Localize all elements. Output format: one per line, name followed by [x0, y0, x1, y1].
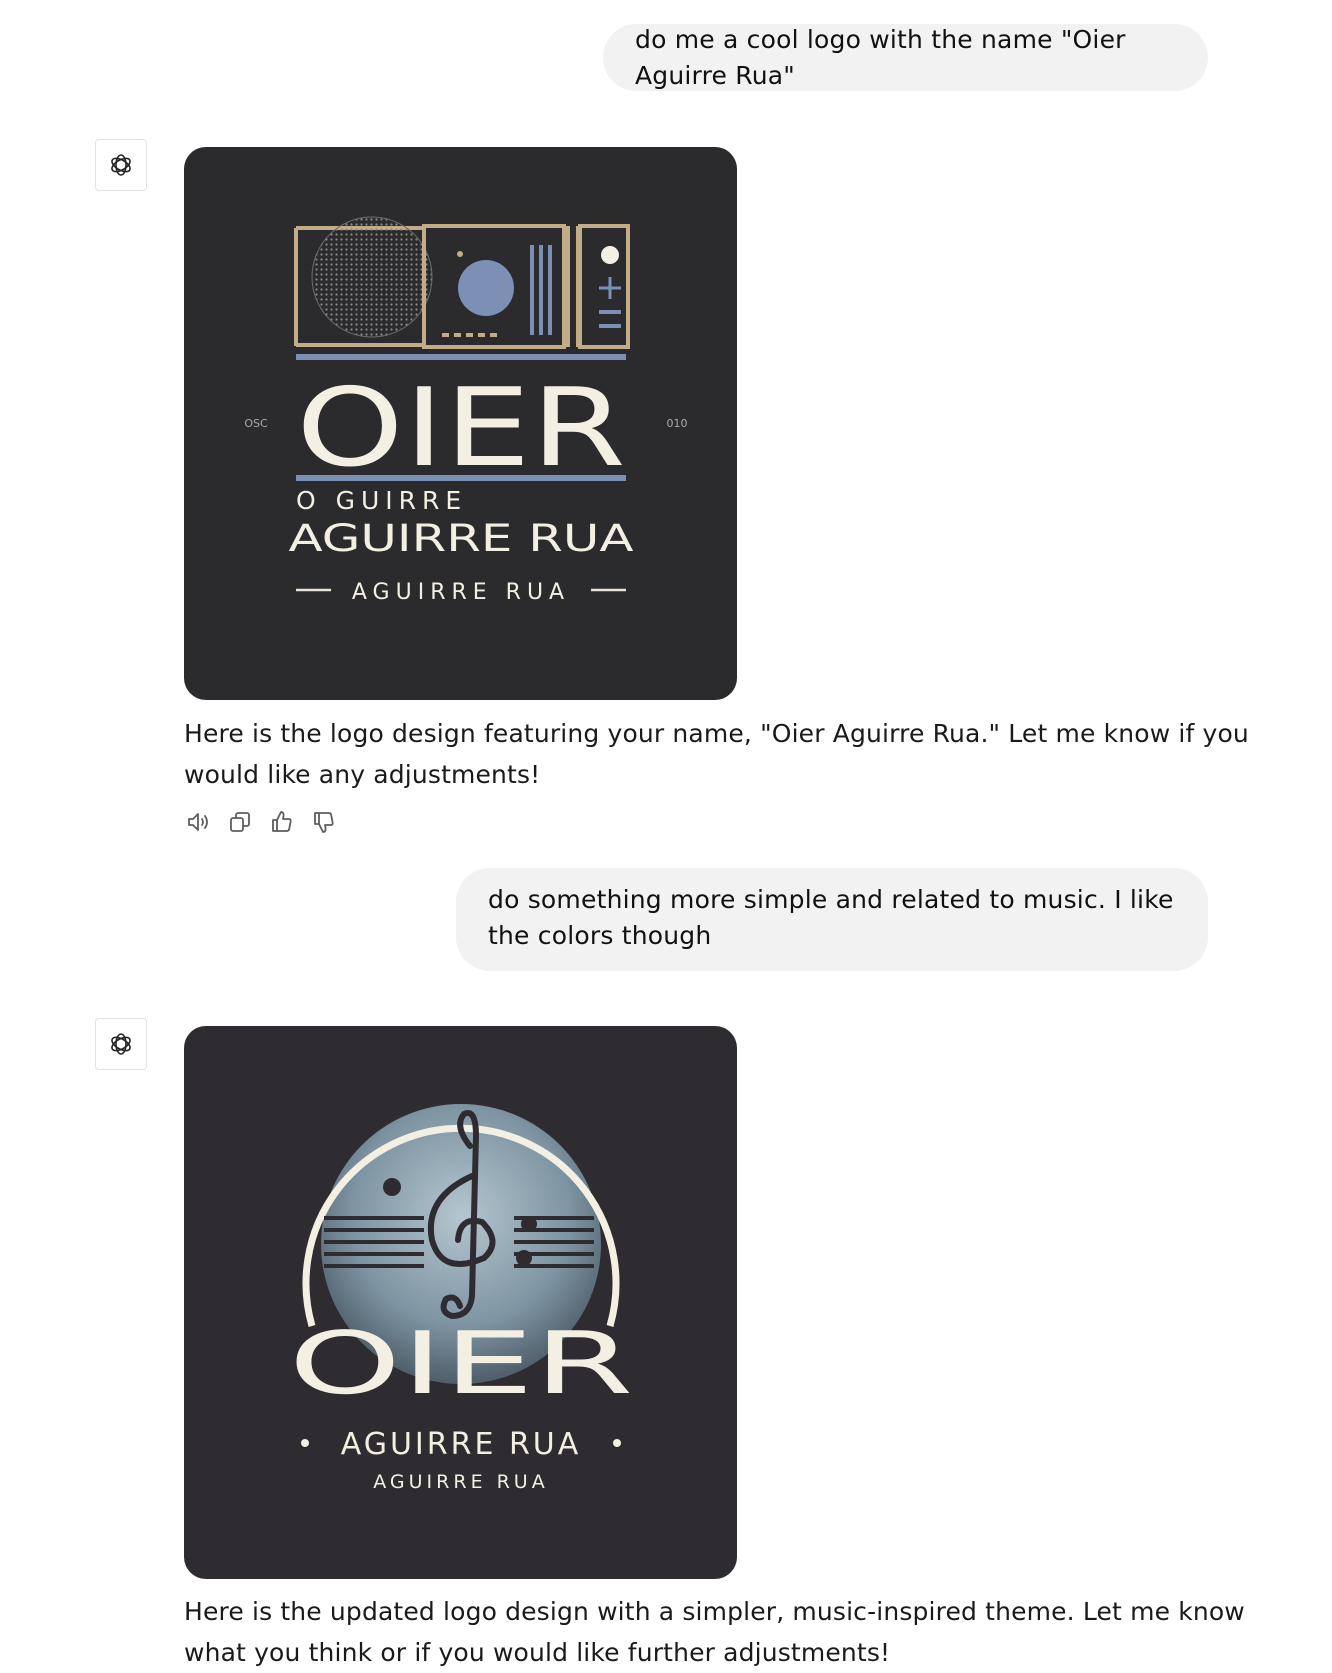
openai-logo-icon	[111, 1033, 131, 1055]
assistant-avatar	[95, 139, 147, 191]
logo-line-2: AGUIRRE RUA	[373, 1471, 548, 1493]
logo-title-oier: OIER	[289, 1314, 634, 1414]
copy-icon	[230, 812, 250, 832]
logo-line-3: AGUIRRE RUA	[352, 580, 570, 605]
generated-logo-image-1[interactable]: OIER OSC 010 O GUIRRE AGUIRRE RUA AGUIRR…	[184, 147, 737, 700]
read-aloud-button[interactable]	[184, 808, 212, 836]
speaker-icon	[188, 813, 208, 831]
user-message-text: do me a cool logo with the name "Oier Ag…	[635, 24, 1126, 90]
openai-logo-icon	[111, 154, 131, 176]
assistant-message-text-2: Here is the updated logo design with a s…	[184, 1597, 1245, 1667]
blue-rule-top	[296, 354, 626, 360]
user-message-2: do something more simple and related to …	[456, 868, 1208, 971]
user-message-1: do me a cool logo with the name "Oier Ag…	[603, 24, 1208, 91]
copy-button[interactable]	[226, 808, 254, 836]
user-message-text: do something more simple and related to …	[488, 885, 1174, 950]
good-response-button[interactable]	[268, 808, 296, 836]
thumbs-down-icon	[314, 812, 334, 833]
logo-title-oier: OIER	[296, 366, 626, 491]
thumbs-up-icon	[272, 811, 292, 832]
assistant-message-text-1: Here is the logo design featuring your n…	[184, 719, 1249, 789]
logo-line-1: AGUIRRE RUA	[341, 1427, 582, 1462]
side-mark-left: OSC	[244, 417, 268, 430]
logo-line-1: O GUIRRE	[296, 486, 467, 515]
generated-logo-image-2[interactable]: OIER AGUIRRE RUA AGUIRRE RUA	[184, 1026, 737, 1579]
logo-line-2: AGUIRRE RUA	[289, 517, 634, 560]
bad-response-button[interactable]	[310, 808, 338, 836]
side-mark-right: 010	[667, 417, 688, 430]
blue-rule-bottom	[296, 475, 626, 481]
message-actions	[184, 808, 338, 836]
assistant-avatar	[95, 1018, 147, 1070]
